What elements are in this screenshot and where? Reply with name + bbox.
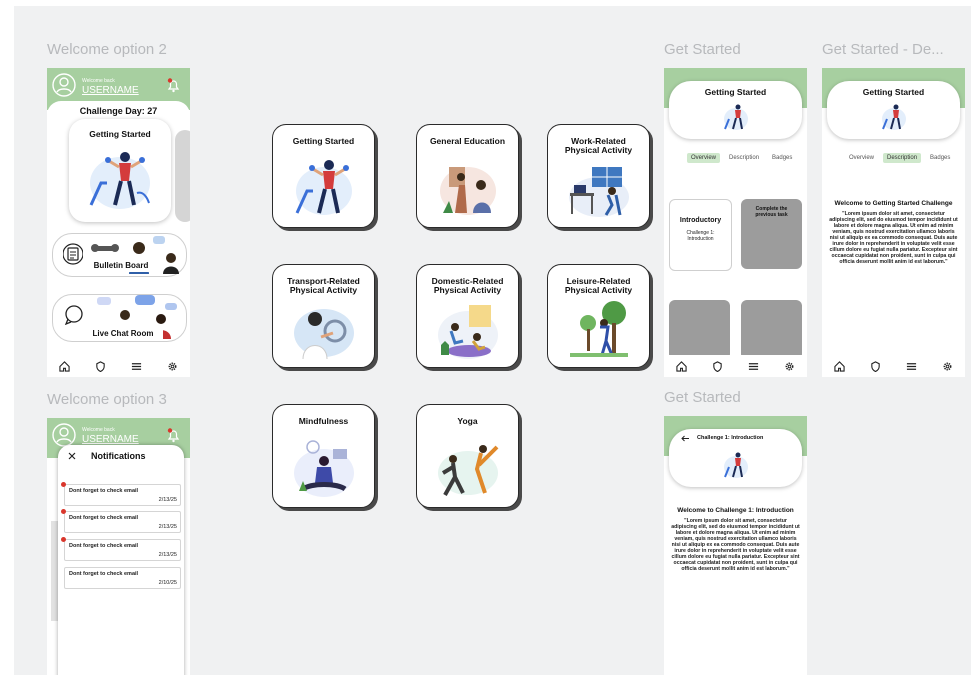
bottom-nav: [664, 355, 807, 377]
domestic-illustration: [437, 305, 498, 359]
bottom-nav: [822, 355, 965, 377]
category-transport-related[interactable]: Transport-Related Physical Activity: [272, 264, 375, 368]
bell-icon[interactable]: [167, 78, 180, 93]
overview-hero-card: Getting Started: [669, 81, 802, 139]
unread-dot: [61, 509, 66, 514]
challenge-intro-screen: Challenge 1: Introduction Welcome to Cha…: [664, 416, 807, 675]
tab-description[interactable]: Description: [725, 153, 763, 163]
description-body: "Lorem ipsum dolor sit amet, consectetur…: [829, 211, 958, 265]
overview-title: Getting Started: [704, 87, 767, 97]
challenge-day: Challenge Day: 27: [79, 106, 158, 116]
tab-overview[interactable]: Overview: [687, 153, 721, 163]
category-yoga[interactable]: Yoga: [416, 404, 519, 508]
home-icon[interactable]: [676, 360, 688, 372]
bulletin-board-label: Bulletin Board: [86, 261, 156, 272]
menu-icon[interactable]: [131, 361, 142, 372]
unread-dot: [61, 537, 66, 542]
description-heading: Welcome to Getting Started Challenge: [834, 200, 953, 207]
intro-challenge-card[interactable]: Introductory Challenge 1: Introduction: [669, 199, 732, 271]
bulletin-board-button[interactable]: Bulletin Board: [52, 233, 187, 277]
category-work-related[interactable]: Work-Related Physical Activity: [547, 124, 650, 228]
menu-icon[interactable]: [748, 361, 759, 372]
notifications-title: Notifications: [91, 451, 146, 461]
intro-card-title: Introductory: [679, 217, 722, 224]
frame-label-welcome2: Welcome option 2: [47, 41, 167, 58]
locked-challenge-card: Complete the previous task: [741, 199, 802, 269]
locked-card-text: Complete the previous task: [755, 206, 788, 218]
overview-tabs: Overview Description Badges: [687, 153, 796, 163]
notification-item[interactable]: Dont forget to check email 2/13/25: [61, 509, 181, 533]
notification-item[interactable]: Dont forget to check email 2/13/25: [61, 482, 181, 506]
education-illustration: [439, 167, 496, 215]
category-domestic-related[interactable]: Domestic-Related Physical Activity: [416, 264, 519, 368]
tab-overview[interactable]: Overview: [845, 153, 878, 163]
welcome-greeting: Welcome back: [82, 427, 115, 433]
challenge-heading: Welcome to Challenge 1: Introduction: [677, 507, 794, 514]
challenge-header-title: Challenge 1: Introduction: [697, 435, 764, 441]
home-icon[interactable]: [834, 360, 846, 372]
notifications-panel: Notifications Dont forget to check email…: [58, 445, 184, 675]
mindfulness-illustration: [293, 440, 354, 497]
notification-item[interactable]: Dont forget to check email 2/10/25: [64, 567, 181, 589]
leisure-illustration: [569, 301, 628, 357]
get-started-overview-screen: Getting Started Overview Description Bad…: [664, 68, 807, 377]
workout-illustration: [724, 104, 748, 130]
yoga-illustration: [437, 445, 498, 496]
tab-badges[interactable]: Badges: [768, 153, 796, 163]
category-general-education[interactable]: General Education: [416, 124, 519, 228]
user-circle-icon[interactable]: [52, 423, 76, 447]
locked-challenge-card: [741, 300, 802, 360]
tab-description[interactable]: Description: [883, 153, 922, 163]
menu-icon[interactable]: [906, 361, 917, 372]
shield-icon[interactable]: [712, 360, 723, 372]
welcome-greeting: Welcome back: [82, 78, 115, 84]
tab-badges[interactable]: Badges: [926, 153, 954, 163]
username-link[interactable]: USERNAME: [82, 434, 139, 445]
category-getting-started[interactable]: Getting Started: [272, 124, 375, 228]
frame-label-welcome3: Welcome option 3: [47, 391, 167, 408]
shield-icon[interactable]: [95, 360, 106, 372]
welcome2-screen: Welcome back USERNAME Challenge Day: 27 …: [47, 68, 190, 377]
description-title: Getting Started: [862, 87, 925, 97]
gear-icon[interactable]: [942, 361, 953, 372]
unread-dot: [61, 482, 66, 487]
getting-started-card-title: Getting Started: [89, 129, 151, 139]
welcome3-screen: Welcome back USERNAME Notifications Dont…: [47, 418, 190, 675]
transport-illustration: [293, 309, 354, 359]
category-leisure-related[interactable]: Leisure-Related Physical Activity: [547, 264, 650, 368]
frame-label-get-started: Get Started: [664, 41, 741, 58]
username-link[interactable]: USERNAME: [82, 85, 139, 96]
live-chat-label: Live Chat Room: [83, 329, 163, 341]
description-tabs: Overview Description Badges: [845, 153, 954, 163]
frame-label-get-started-2: Get Started: [664, 389, 741, 406]
next-card-peek: [175, 130, 190, 222]
clipboard-icon: [63, 243, 83, 265]
shield-icon[interactable]: [870, 360, 881, 372]
back-arrow-icon[interactable]: [681, 435, 690, 442]
workout-illustration: [89, 152, 150, 209]
work-illustration: [568, 167, 629, 217]
live-chat-button[interactable]: Live Chat Room: [52, 294, 187, 342]
home-icon[interactable]: [59, 360, 71, 372]
workout-illustration: [882, 104, 906, 130]
chat-bubble-icon: [64, 305, 83, 325]
intro-card-subtitle: Challenge 1: Introduction: [686, 230, 715, 242]
get-started-description-screen: Getting Started Overview Description Bad…: [822, 68, 965, 377]
bell-icon[interactable]: [167, 428, 180, 443]
workout-illustration: [295, 160, 352, 215]
category-mindfulness[interactable]: Mindfulness: [272, 404, 375, 508]
workout-illustration: [724, 452, 748, 478]
gear-icon[interactable]: [784, 361, 795, 372]
challenge-hero-card: Challenge 1: Introduction: [669, 429, 802, 487]
notification-item[interactable]: Dont forget to check email 2/13/25: [61, 537, 181, 561]
locked-challenge-card: [669, 300, 730, 360]
bottom-nav: [47, 355, 190, 377]
close-icon[interactable]: [68, 452, 76, 460]
frame-label-get-started-desc: Get Started - De...: [822, 41, 944, 58]
challenge-body: "Lorem ipsum dolor sit amet, consectetur…: [671, 518, 800, 572]
gear-icon[interactable]: [167, 361, 178, 372]
description-hero-card: Getting Started: [827, 81, 960, 139]
getting-started-card[interactable]: Getting Started: [69, 119, 171, 222]
user-circle-icon[interactable]: [52, 73, 76, 97]
